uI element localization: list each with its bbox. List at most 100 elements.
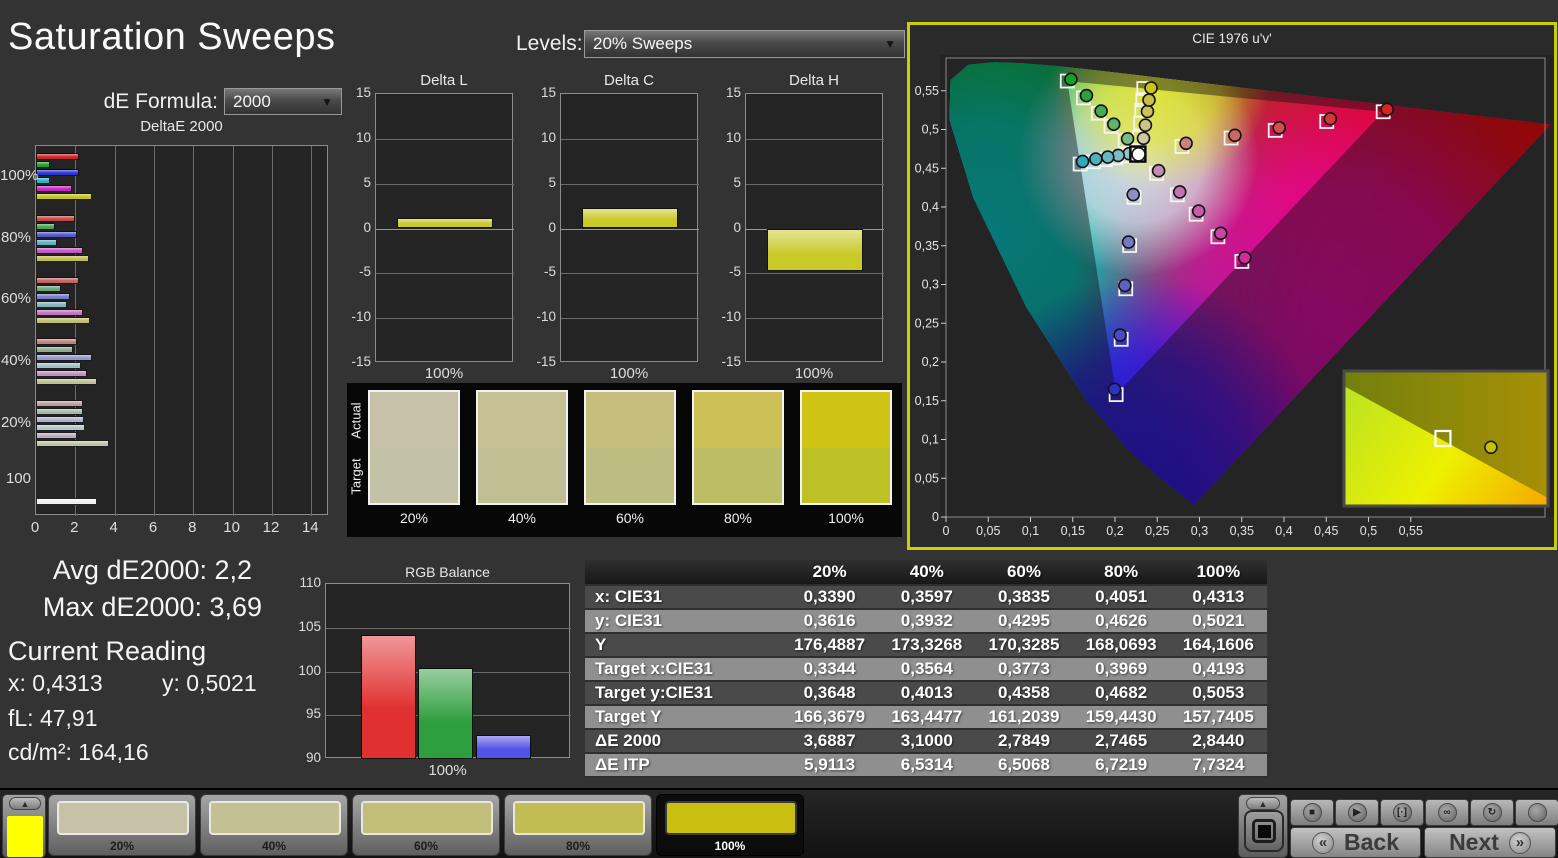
cie-measured-circle-red [1323,112,1338,126]
row-label: Target x:CIE31 [595,659,713,678]
refresh-button[interactable]: ↻ [1470,799,1514,826]
deltae-bar-100% [36,193,93,201]
actual-target-swatch [692,390,784,505]
actual-color [586,392,674,448]
table-cell: 7,7324 [1192,755,1245,774]
delta-h-chart: Delta H 15 10 5 0 -5 -10 -15 100% [713,68,885,384]
step-icon: [·] [1392,803,1412,822]
cie-measured-circle-blue [1126,187,1141,202]
cie-measured-circle-yellow [1142,93,1156,107]
up-arrow-icon[interactable]: ▲ [9,797,41,810]
y-tick-label: 0 [363,219,371,235]
tile-80%[interactable]: 80% [504,794,652,856]
tile-60%[interactable]: 60% [352,794,500,856]
deltae-bar-60% [36,308,84,316]
svg-text:0,2: 0,2 [922,355,939,369]
next-button[interactable]: Next » [1424,827,1556,858]
y-tick-label: 5 [733,174,741,190]
row-label: Target Y [595,707,662,726]
deltae-bar-80% [36,215,76,222]
calibration-app-window: Saturation Sweeps dE Formula: 2000 ▼ Lev… [0,0,1558,858]
cie-measured-circle-cyan [1075,154,1090,169]
chevron-down-icon: ▼ [884,37,896,51]
svg-text:0,5: 0,5 [922,123,939,137]
cie-measured-circle-blue [1113,328,1127,342]
tile-label: 80% [565,839,591,853]
svg-text:0,3: 0,3 [1191,524,1208,538]
gridline [271,146,273,516]
gridline [561,183,699,185]
step-button[interactable]: [·] [1380,799,1424,826]
svg-text:0,05: 0,05 [976,524,1000,538]
table-cell: 3,1000 [900,731,953,750]
cie-measured-circle-yellow [1138,118,1153,132]
cie-measured-circle-red [1179,136,1193,151]
y-tick-label: 5 [548,174,556,190]
y-tick-label: -15 [721,354,741,369]
gridline [746,183,884,185]
table-cell: 0,4295 [997,611,1050,630]
y-tick-label: 10 [725,129,741,145]
cie-measured-circle-red [1272,120,1286,135]
deltae-bar-60% [36,284,61,292]
gridline [376,273,514,275]
loop-button[interactable]: ∞ [1425,799,1469,826]
stop-square-icon [1252,819,1276,843]
delta-c-chart: Delta C 15 10 5 0 -5 -10 -15 100% [528,68,700,384]
levels-dropdown[interactable]: 20% Sweeps ▼ [584,30,905,58]
deltae-bar-40% [36,370,88,378]
stop-button[interactable]: ■ [1290,799,1334,826]
table-cell: 0,5021 [1192,611,1245,630]
back-button[interactable]: « Back [1290,827,1421,858]
de-formula-dropdown[interactable]: 2000 ▼ [224,88,342,115]
stop-icon: ■ [1302,803,1322,822]
svg-text:0,2: 0,2 [1106,524,1123,538]
y-tick-label: 110 [299,575,321,590]
swatch-label: 40% [507,510,537,526]
table-cell: 0,3773 [997,659,1050,678]
gridline [561,318,699,320]
table-cell: 0,3648 [803,683,856,702]
actual-target-swatch [368,390,460,505]
x-tick-label: 10 [223,519,240,536]
x-category-label: 100% [428,762,467,779]
y-tick-label: -15 [351,354,371,369]
swatch-label: 80% [723,510,753,526]
up-arrow-icon[interactable]: ▲ [1246,797,1280,810]
patch-strip-bar: ▲ 20% 40% 60% 80% 100% ▲ ■ ▶ [·] ∞ ↻ « Back Next… [0,788,1558,858]
x-tick-label: 0 [30,519,40,536]
de-formula-label: dE Formula: [103,90,218,113]
svg-text:0,35: 0,35 [915,239,939,253]
table-cell: 0,3932 [900,611,953,630]
table-row: Target Y 166,3679 163,4477 161,2039 159,4430… [585,706,1267,728]
table-row: x: CIE31 0,3390 0,3597 0,3835 0,4051 0,4313 [585,586,1267,608]
tile-40%[interactable]: 40% [200,794,348,856]
white-point-circle [1131,147,1146,162]
tile-100%[interactable]: 100% [656,794,804,856]
table-cell: 0,3969 [1095,659,1148,678]
y-tick-label: -10 [351,309,371,325]
y-tick-label: -5 [358,264,371,280]
table-cell: 6,5314 [900,755,953,774]
cie-diagram: CIE 1976 u'v' 0 0,05 0,1 0,15 0,2 0,25 0,3 0,35 0… [915,31,1554,538]
group-label: 100 [5,470,31,488]
stop-measure-button[interactable] [1244,810,1284,852]
deltae-bar-20% [36,424,86,431]
row-label: x: CIE31 [595,587,663,606]
cie-measured-circle-green [1094,104,1108,118]
cie-measured-circle-blue [1107,382,1122,397]
actual-target-swatch [800,390,892,505]
deltae-bar-100 [36,498,97,506]
blank-button[interactable] [1515,799,1558,826]
tile-20%[interactable]: 20% [48,794,196,856]
delta_h-plot [745,93,884,362]
table-cell: 6,5068 [997,755,1050,774]
actual-color [802,392,890,448]
play-button[interactable]: ▶ [1335,799,1379,826]
table-cell: 0,4193 [1192,659,1245,678]
cie-1976-chart-panel[interactable]: CIE 1976 u'v' 0 0,05 0,1 0,15 0,2 0,25 0,3 0,35 0… [907,22,1557,550]
table-row: ΔE 2000 3,6887 3,1000 2,7849 2,7465 2,8440 [585,730,1267,752]
target-color [802,447,890,503]
deltae-bar-60% [36,316,91,324]
table-cell: 0,4013 [900,683,953,702]
